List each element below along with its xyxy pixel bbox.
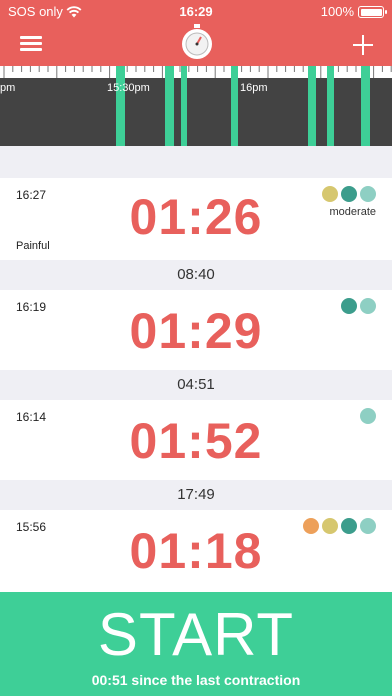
start-label: START (97, 601, 295, 668)
interval-time: 08:40 (177, 266, 215, 283)
start-button[interactable]: START 00:51 since the last contraction (0, 592, 392, 696)
timeline-ruler (0, 66, 392, 146)
intensity-dot (341, 518, 357, 534)
list-spacer (0, 146, 392, 178)
timeline-contraction-bar (181, 66, 187, 146)
timeline-contraction-bar (308, 66, 316, 146)
interval-time: 04:51 (177, 376, 215, 393)
contraction-row[interactable]: 16:19 01:29 (0, 290, 392, 370)
contraction-row[interactable]: 15:56 01:18 (0, 510, 392, 592)
interval-row: 17:49 (0, 480, 392, 510)
intensity-dots (360, 408, 376, 424)
contraction-note: Painful (16, 240, 50, 252)
time-since-last-contraction: 00:51 since the last contraction (91, 672, 301, 688)
intensity-dot (360, 298, 376, 314)
hamburger-menu-icon[interactable] (20, 36, 42, 52)
timeline-contraction-bar (231, 66, 238, 146)
status-bar: SOS only 16:29 100% (0, 3, 392, 21)
plus-icon[interactable] (352, 34, 374, 56)
contraction-timeline[interactable]: pm 15:30pm 16pm (0, 66, 392, 146)
timeline-label: pm (0, 82, 16, 94)
contraction-duration: 01:52 (129, 413, 263, 469)
timeline-contraction-bar (327, 66, 334, 146)
timeline-contraction-bar (116, 66, 125, 146)
intensity-dot (341, 186, 357, 202)
intensity-label: moderate (329, 206, 376, 218)
timeline-contraction-bar (361, 66, 370, 146)
battery-icon (358, 6, 387, 18)
stopwatch-icon (182, 24, 212, 59)
intensity-dot (360, 518, 376, 534)
intensity-dot (360, 408, 376, 424)
interval-time: 17:49 (177, 486, 215, 503)
intensity-dot (360, 186, 376, 202)
interval-row: 04:51 (0, 370, 392, 400)
app-header: SOS only 16:29 100% (0, 0, 392, 66)
intensity-dots (322, 186, 376, 202)
battery-percent: 100% (320, 4, 354, 19)
interval-row: 08:40 (0, 260, 392, 290)
intensity-dots (341, 298, 376, 314)
intensity-dots (303, 518, 376, 534)
intensity-dot (303, 518, 319, 534)
contraction-row[interactable]: 16:14 01:52 (0, 400, 392, 480)
intensity-dot (322, 186, 338, 202)
timeline-label: 16pm (240, 82, 268, 94)
contraction-duration: 01:29 (129, 303, 263, 359)
contraction-row[interactable]: 16:27 01:26 moderate Painful (0, 178, 392, 260)
timeline-contraction-bar (165, 66, 174, 146)
intensity-dot (341, 298, 357, 314)
timeline-label: 15:30pm (107, 82, 150, 94)
intensity-dot (322, 518, 338, 534)
